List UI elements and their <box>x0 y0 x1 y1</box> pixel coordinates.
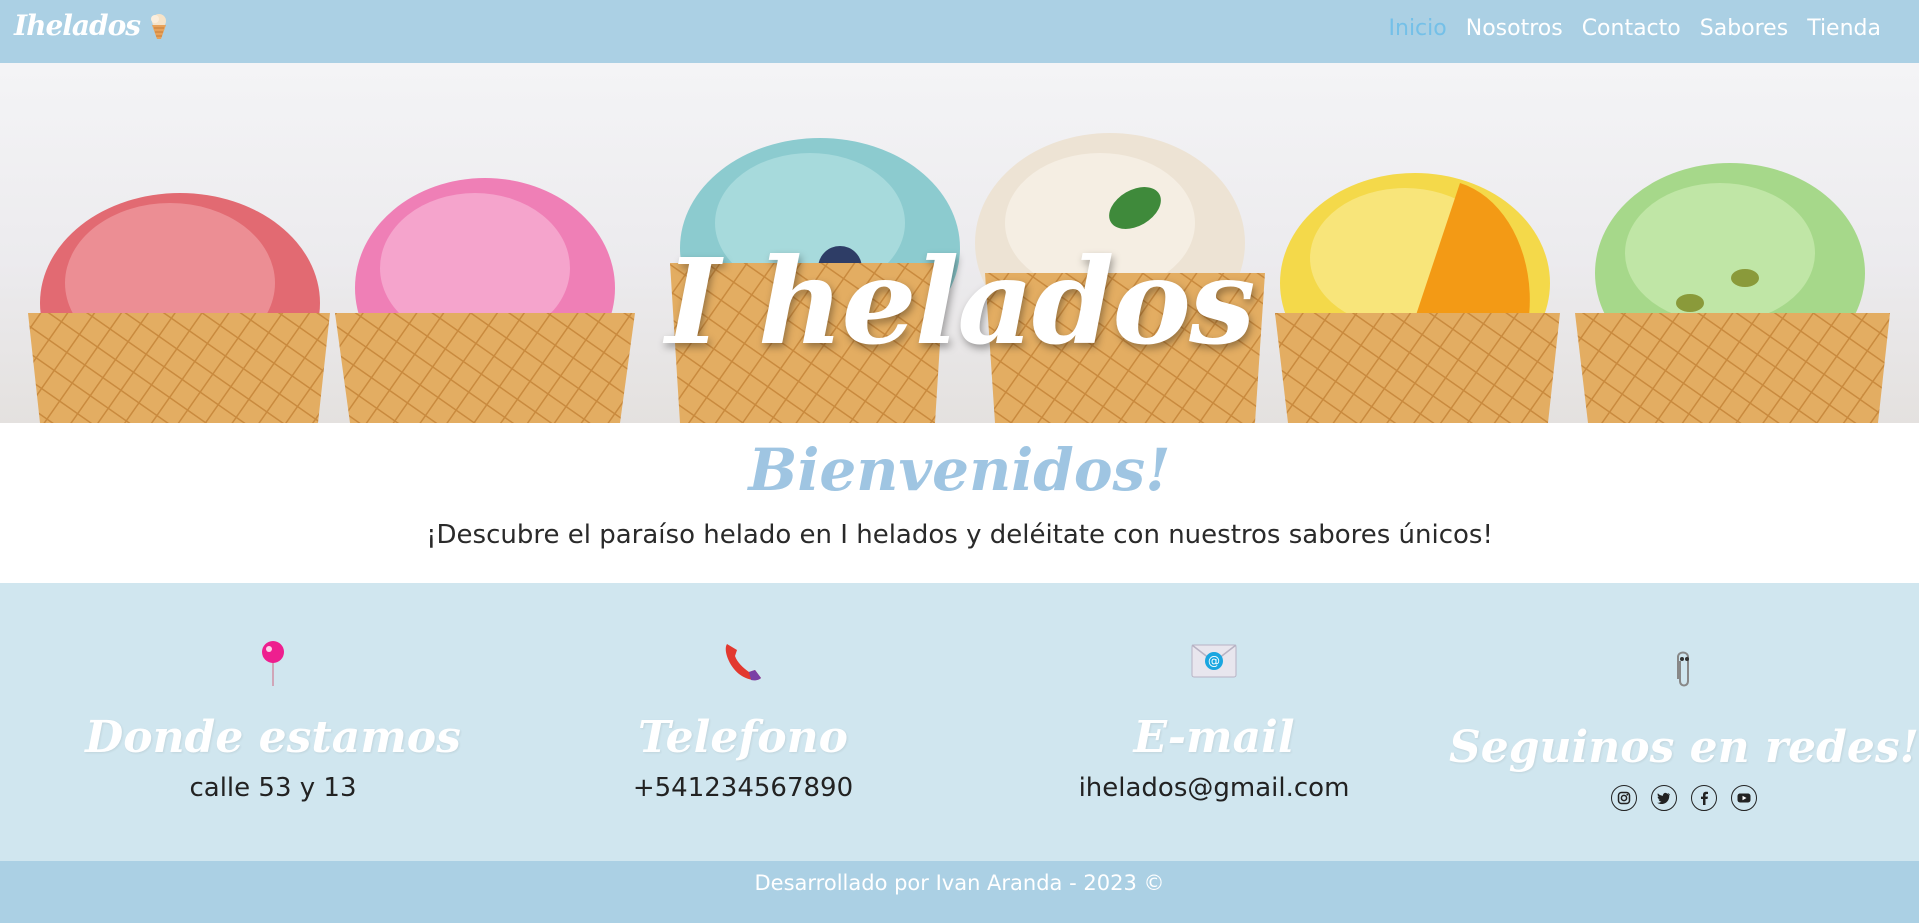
email-card: @ E-mail ihelados@gmail.com <box>974 583 1454 861</box>
facebook-icon[interactable] <box>1691 785 1717 811</box>
nav-link-inicio[interactable]: Inicio <box>1389 16 1447 41</box>
phone-title: Telefono <box>637 712 848 763</box>
location-card: Donde estamos calle 53 y 13 <box>33 583 513 861</box>
location-title: Donde estamos <box>85 712 461 763</box>
welcome-text: ¡Descubre el paraíso helado en I helados… <box>426 520 1493 550</box>
nav-menu: Inicio Nosotros Contacto Sabores Tienda <box>1389 16 1881 41</box>
footer: Desarrollado por Ivan Aranda - 2023 © <box>0 861 1919 923</box>
phone-value: +541234567890 <box>632 773 854 803</box>
twitter-icon[interactable] <box>1651 785 1677 811</box>
navbar: Ihelados Inicio Nosotros Contacto Sabore… <box>0 0 1919 63</box>
email-title: E-mail <box>1133 712 1295 763</box>
hero-banner: I helados <box>0 63 1919 423</box>
nav-link-sabores[interactable]: Sabores <box>1700 16 1788 41</box>
hero-title: I helados <box>665 232 1255 371</box>
brand-logo[interactable]: Ihelados <box>14 9 170 42</box>
nav-link-nosotros[interactable]: Nosotros <box>1466 16 1563 41</box>
nav-link-tienda[interactable]: Tienda <box>1807 16 1881 41</box>
social-links <box>1611 785 1757 811</box>
youtube-icon[interactable] <box>1731 785 1757 811</box>
welcome-title: Bienvenidos! <box>748 436 1171 504</box>
paperclip-icon <box>1677 651 1689 687</box>
ice-cream-icon <box>151 13 167 39</box>
svg-text:@: @ <box>1208 654 1220 668</box>
pin-icon <box>262 641 284 686</box>
brand-name: Ihelados <box>14 9 141 42</box>
phone-card: Telefono +541234567890 <box>503 583 983 861</box>
nav-link-contacto[interactable]: Contacto <box>1582 16 1681 41</box>
instagram-icon[interactable] <box>1611 785 1637 811</box>
location-value: calle 53 y 13 <box>189 773 357 803</box>
email-icon: @ <box>1191 644 1237 678</box>
social-card: Seguinos en redes! <box>1444 583 1919 861</box>
footer-credit: Desarrollado por Ivan Aranda - 2023 © <box>754 871 1165 895</box>
social-title: Seguinos en redes! <box>1449 722 1919 773</box>
email-value[interactable]: ihelados@gmail.com <box>974 773 1454 803</box>
phone-icon <box>725 644 761 681</box>
welcome-section: Bienvenidos! ¡Descubre el paraíso helado… <box>0 423 1919 583</box>
contact-info-section: Donde estamos calle 53 y 13 Telefono +54… <box>0 583 1919 861</box>
